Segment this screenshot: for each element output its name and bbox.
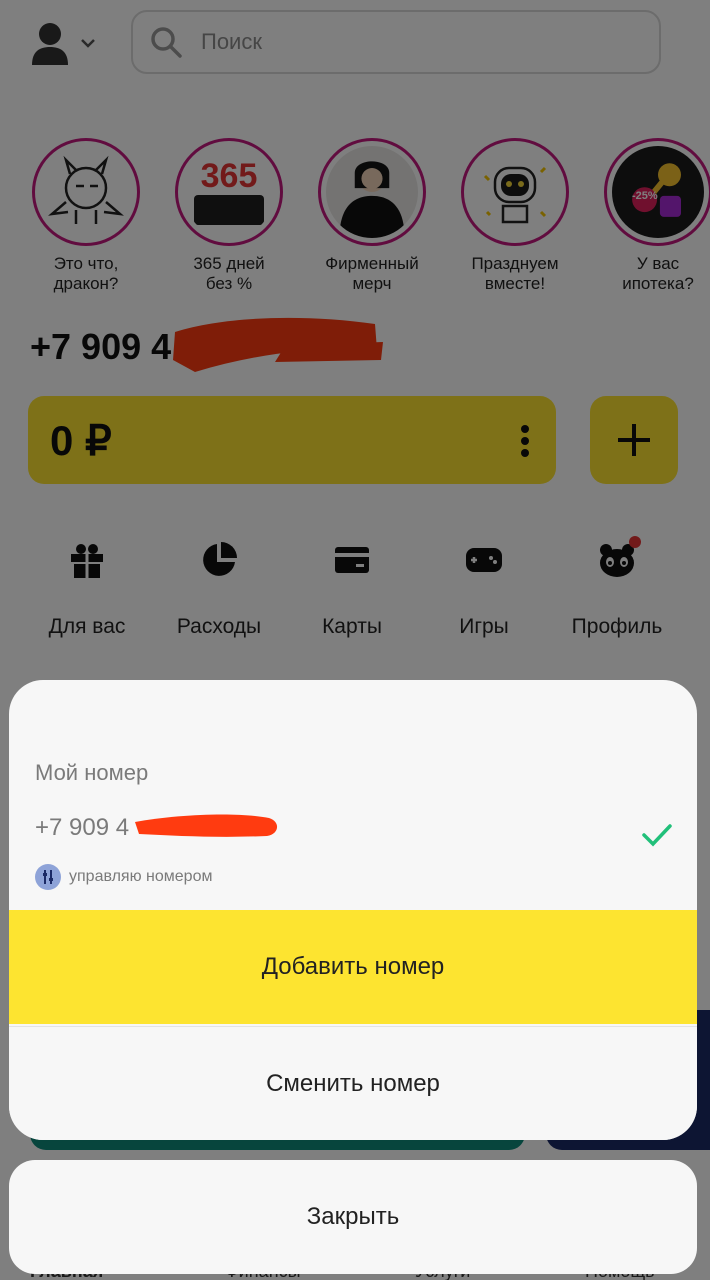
story-caption-2: без %	[205, 274, 253, 293]
card-icon	[335, 547, 369, 573]
story-dragon[interactable]: Это что, дракон?	[29, 138, 143, 294]
close-button[interactable]: Закрыть	[9, 1160, 697, 1274]
check-icon	[642, 824, 672, 847]
quick-action-label: Для вас	[48, 615, 126, 638]
story-mortgage[interactable]: -25% У вас ипотека?	[601, 138, 710, 294]
balance-card[interactable]: 0 ₽	[28, 396, 556, 484]
story-image-keys: -25%	[612, 146, 704, 238]
account-phone-number: +7 909 4	[30, 326, 172, 367]
manage-label: управляю номером	[69, 868, 213, 885]
redaction-scribble	[173, 317, 383, 372]
story-caption-2: дракон?	[53, 274, 119, 293]
story-365-text: 365	[200, 157, 258, 195]
story-ring: 365	[175, 138, 283, 246]
quick-action-cards[interactable]: Карты	[287, 540, 417, 639]
sheet-title: Мой номер	[35, 760, 149, 785]
gift-icon	[71, 544, 103, 578]
current-number[interactable]: +7 909 4	[35, 814, 129, 842]
change-number-button[interactable]: Сменить номер	[9, 1026, 697, 1140]
quick-action-games[interactable]: Игры	[419, 540, 549, 639]
story-ring: -25%	[604, 138, 710, 246]
story-image-365: 365	[183, 146, 275, 238]
story-caption-1: Это что,	[53, 254, 119, 273]
story-caption-1: 365 дней	[193, 254, 265, 273]
story-merch[interactable]: Фирменный мерч	[315, 138, 429, 294]
quick-action-profile[interactable]: Профиль	[552, 536, 682, 639]
search-input[interactable]: Поиск	[131, 10, 661, 74]
story-caption-2: мерч	[352, 274, 392, 293]
plus-icon	[618, 424, 650, 456]
manage-badge: управляю номером	[35, 864, 212, 890]
quick-action-for-you[interactable]: Для вас	[22, 540, 152, 639]
story-image-dragon	[40, 146, 132, 238]
number-sheet: Мой номер +7 909 4 управляю номером Доба…	[9, 680, 697, 1140]
add-number-button[interactable]: Добавить номер	[9, 910, 697, 1024]
quick-action-label: Карты	[322, 615, 382, 638]
story-caption-1: Фирменный	[325, 254, 419, 273]
account-switcher[interactable]	[30, 18, 110, 68]
more-options-icon[interactable]	[520, 424, 530, 458]
pie-chart-icon	[203, 542, 237, 576]
story-discount-text: -25%	[632, 190, 658, 202]
gamepad-icon	[466, 548, 502, 572]
story-caption-1: У вас	[636, 254, 680, 273]
story-image-robot	[469, 146, 561, 238]
story-caption-1: Празднуем	[471, 254, 559, 273]
story-ring	[32, 138, 140, 246]
quick-action-label: Расходы	[176, 615, 262, 638]
redaction-scribble	[135, 814, 278, 837]
top-up-button[interactable]	[590, 396, 678, 484]
balance-amount: 0 ₽	[50, 417, 112, 464]
chevron-down-icon	[81, 39, 95, 48]
search-icon	[151, 27, 182, 58]
quick-action-expenses[interactable]: Расходы	[154, 540, 284, 639]
notification-dot	[629, 536, 641, 548]
story-ring	[461, 138, 569, 246]
story-celebrate[interactable]: Празднуем вместе!	[458, 138, 572, 294]
person-icon	[32, 23, 68, 65]
story-caption-2: ипотека?	[622, 274, 694, 293]
quick-action-label: Профиль	[571, 615, 663, 638]
search-placeholder: Поиск	[201, 29, 262, 54]
story-365[interactable]: 365 365 дней без %	[172, 138, 286, 294]
quick-action-label: Игры	[459, 615, 509, 638]
sliders-icon	[35, 864, 61, 890]
story-image-merch	[326, 146, 418, 238]
story-caption-2: вместе!	[484, 274, 546, 293]
story-ring	[318, 138, 426, 246]
